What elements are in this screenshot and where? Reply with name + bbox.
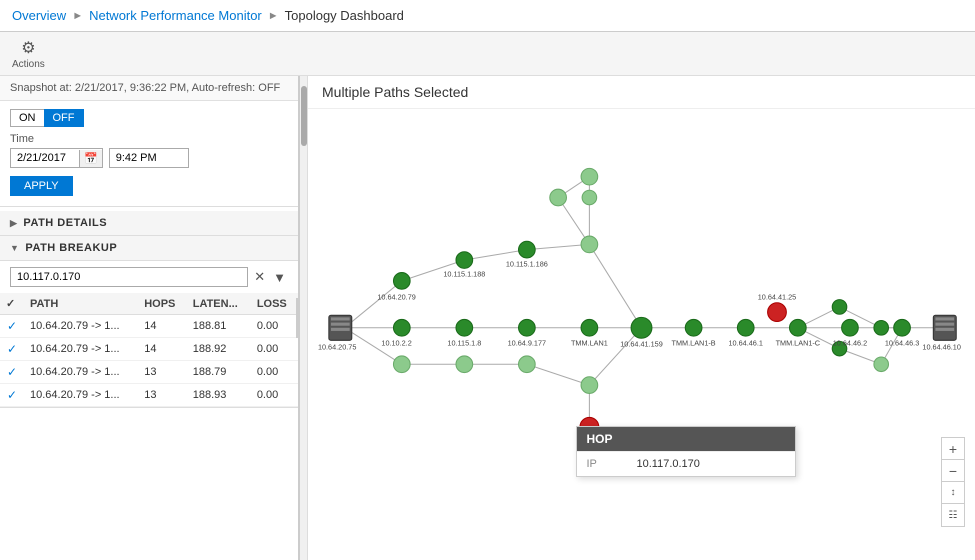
snapshot-text: Snapshot at: 2/21/2017, 9:36:22 PM, Auto… — [10, 82, 280, 94]
toggle-off-button[interactable]: OFF — [44, 109, 84, 127]
breadcrumb-sep-2: ► — [268, 10, 279, 22]
row-hops: 13 — [138, 361, 187, 384]
svg-text:10.115.1.186: 10.115.1.186 — [506, 259, 548, 268]
svg-text:10.115.1.188: 10.115.1.188 — [443, 270, 485, 279]
row-checkbox[interactable]: ✓ — [0, 384, 24, 407]
row-path: 10.64.20.79 -> 1... — [24, 315, 138, 338]
row-loss: 0.00 — [251, 361, 298, 384]
actions-button[interactable]: ⚙ Actions — [12, 38, 45, 70]
row-latency: 188.79 — [187, 361, 251, 384]
svg-text:TMM.LAN1: TMM.LAN1 — [571, 339, 608, 348]
svg-text:10.64.46.2: 10.64.46.2 — [833, 339, 867, 348]
time-label: Time — [10, 133, 288, 145]
col-check: ✓ — [0, 293, 24, 315]
hop-popup-ip-row: IP 10.117.0.170 — [577, 451, 795, 476]
svg-text:10.10.2.2: 10.10.2.2 — [381, 339, 411, 348]
toggle-on-button[interactable]: ON — [10, 109, 44, 127]
clear-search-button[interactable]: ✕ — [252, 267, 267, 287]
table-row[interactable]: ✓ 10.64.20.79 -> 1... 13 188.93 0.00 — [0, 384, 298, 407]
zoom-in-button[interactable]: + — [942, 438, 964, 460]
zoom-list-button[interactable]: ☷ — [942, 504, 964, 526]
topology-svg: 10.64.20.79 10.115.1.188 10.115.1.186 10… — [308, 109, 975, 557]
zoom-controls: + − ↕ ☷ — [941, 437, 965, 527]
svg-text:10.64.41.159: 10.64.41.159 — [620, 340, 663, 349]
row-loss: 0.00 — [251, 338, 298, 361]
snapshot-bar: Snapshot at: 2/21/2017, 9:36:22 PM, Auto… — [0, 76, 298, 101]
svg-text:10.64.20.75: 10.64.20.75 — [318, 343, 356, 352]
breadcrumb-bar: Overview ► Network Performance Monitor ►… — [0, 0, 975, 32]
topology-title: Multiple Paths Selected — [308, 76, 975, 109]
row-latency: 188.92 — [187, 338, 251, 361]
divider-1 — [0, 206, 298, 207]
left-scrollbar[interactable] — [300, 76, 308, 560]
svg-text:10.64.41.25: 10.64.41.25 — [758, 293, 796, 302]
path-details-header[interactable]: ▶ PATH DETAILS — [0, 211, 298, 236]
calendar-icon[interactable]: 📅 — [79, 150, 102, 167]
row-checkbox[interactable]: ✓ — [0, 361, 24, 384]
breadcrumb-overview[interactable]: Overview — [12, 8, 66, 23]
right-panel: Multiple Paths Selected — [300, 76, 975, 560]
row-loss: 0.00 — [251, 315, 298, 338]
row-path: 10.64.20.79 -> 1... — [24, 384, 138, 407]
svg-text:10.64.20.79: 10.64.20.79 — [377, 293, 415, 302]
main-content: Snapshot at: 2/21/2017, 9:36:22 PM, Auto… — [0, 76, 975, 560]
svg-text:TMM.LAN1-B: TMM.LAN1-B — [672, 339, 716, 348]
date-input[interactable] — [11, 149, 79, 167]
actions-icon: ⚙ — [21, 38, 35, 58]
svg-text:10.115.1.8: 10.115.1.8 — [447, 339, 481, 348]
col-hops: HOPS — [138, 293, 187, 315]
row-latency: 188.81 — [187, 315, 251, 338]
row-hops: 14 — [138, 315, 187, 338]
breadcrumb-topology: Topology Dashboard — [285, 8, 404, 23]
path-details-arrow: ▶ — [10, 218, 17, 229]
row-hops: 14 — [138, 338, 187, 361]
time-input[interactable] — [109, 148, 189, 168]
toggle-row: ON OFF — [0, 101, 298, 131]
time-section: Time 📅 — [0, 131, 298, 176]
table-row[interactable]: ✓ 10.64.20.79 -> 1... 14 188.81 0.00 — [0, 315, 298, 338]
path-search-input[interactable] — [10, 267, 248, 287]
zoom-arrows-button[interactable]: ↕ — [942, 482, 964, 504]
path-breakup-label: PATH BREAKUP — [25, 242, 117, 254]
svg-text:10.64.9.177: 10.64.9.177 — [508, 339, 546, 348]
toolbar: ⚙ Actions — [0, 32, 975, 76]
date-input-wrapper: 📅 — [10, 148, 103, 168]
svg-text:10.64.46.1: 10.64.46.1 — [729, 339, 763, 348]
left-panel: Snapshot at: 2/21/2017, 9:36:22 PM, Auto… — [0, 76, 300, 560]
row-loss: 0.00 — [251, 384, 298, 407]
row-checkbox[interactable]: ✓ — [0, 315, 24, 338]
actions-label: Actions — [12, 59, 45, 70]
zoom-out-button[interactable]: − — [942, 460, 964, 482]
time-inputs: 📅 — [10, 148, 288, 168]
apply-button[interactable]: APPLY — [10, 176, 73, 196]
path-breakup-arrow: ▼ — [10, 243, 19, 253]
table-row[interactable]: ✓ 10.64.20.79 -> 1... 14 188.92 0.00 — [0, 338, 298, 361]
hop-ip-value: 10.117.0.170 — [637, 458, 700, 470]
topology-canvas[interactable]: 10.64.20.79 10.115.1.188 10.115.1.186 10… — [308, 109, 975, 557]
path-details-label: PATH DETAILS — [23, 217, 107, 229]
svg-text:TMM.LAN1-C: TMM.LAN1-C — [776, 339, 821, 348]
search-row: ✕ ▼ — [0, 261, 298, 293]
row-path: 10.64.20.79 -> 1... — [24, 361, 138, 384]
hop-ip-label: IP — [587, 458, 617, 470]
row-path: 10.64.20.79 -> 1... — [24, 338, 138, 361]
scroll-thumb — [301, 86, 307, 146]
row-latency: 188.93 — [187, 384, 251, 407]
breadcrumb-sep-1: ► — [72, 10, 83, 22]
filter-button[interactable]: ▼ — [271, 268, 288, 287]
row-checkbox[interactable]: ✓ — [0, 338, 24, 361]
hop-popup-header: HOP — [577, 427, 795, 451]
path-breakup-header[interactable]: ▼ PATH BREAKUP — [0, 236, 298, 261]
svg-text:10.64.46.3: 10.64.46.3 — [885, 339, 919, 348]
col-latency: LATEN... — [187, 293, 251, 315]
path-breakup-section: ▼ PATH BREAKUP ✕ ▼ ✓ PATH HOPS LATEN... … — [0, 236, 298, 408]
path-table: ✓ PATH HOPS LATEN... LOSS ✓ 10.64.20.79 … — [0, 293, 298, 407]
row-hops: 13 — [138, 384, 187, 407]
svg-text:10.64.46.10: 10.64.46.10 — [922, 343, 960, 352]
breadcrumb-npm[interactable]: Network Performance Monitor — [89, 8, 262, 23]
table-row[interactable]: ✓ 10.64.20.79 -> 1... 13 188.79 0.00 — [0, 361, 298, 384]
col-loss: LOSS — [251, 293, 298, 315]
col-path: PATH — [24, 293, 138, 315]
hop-popup: HOP IP 10.117.0.170 — [576, 426, 796, 477]
